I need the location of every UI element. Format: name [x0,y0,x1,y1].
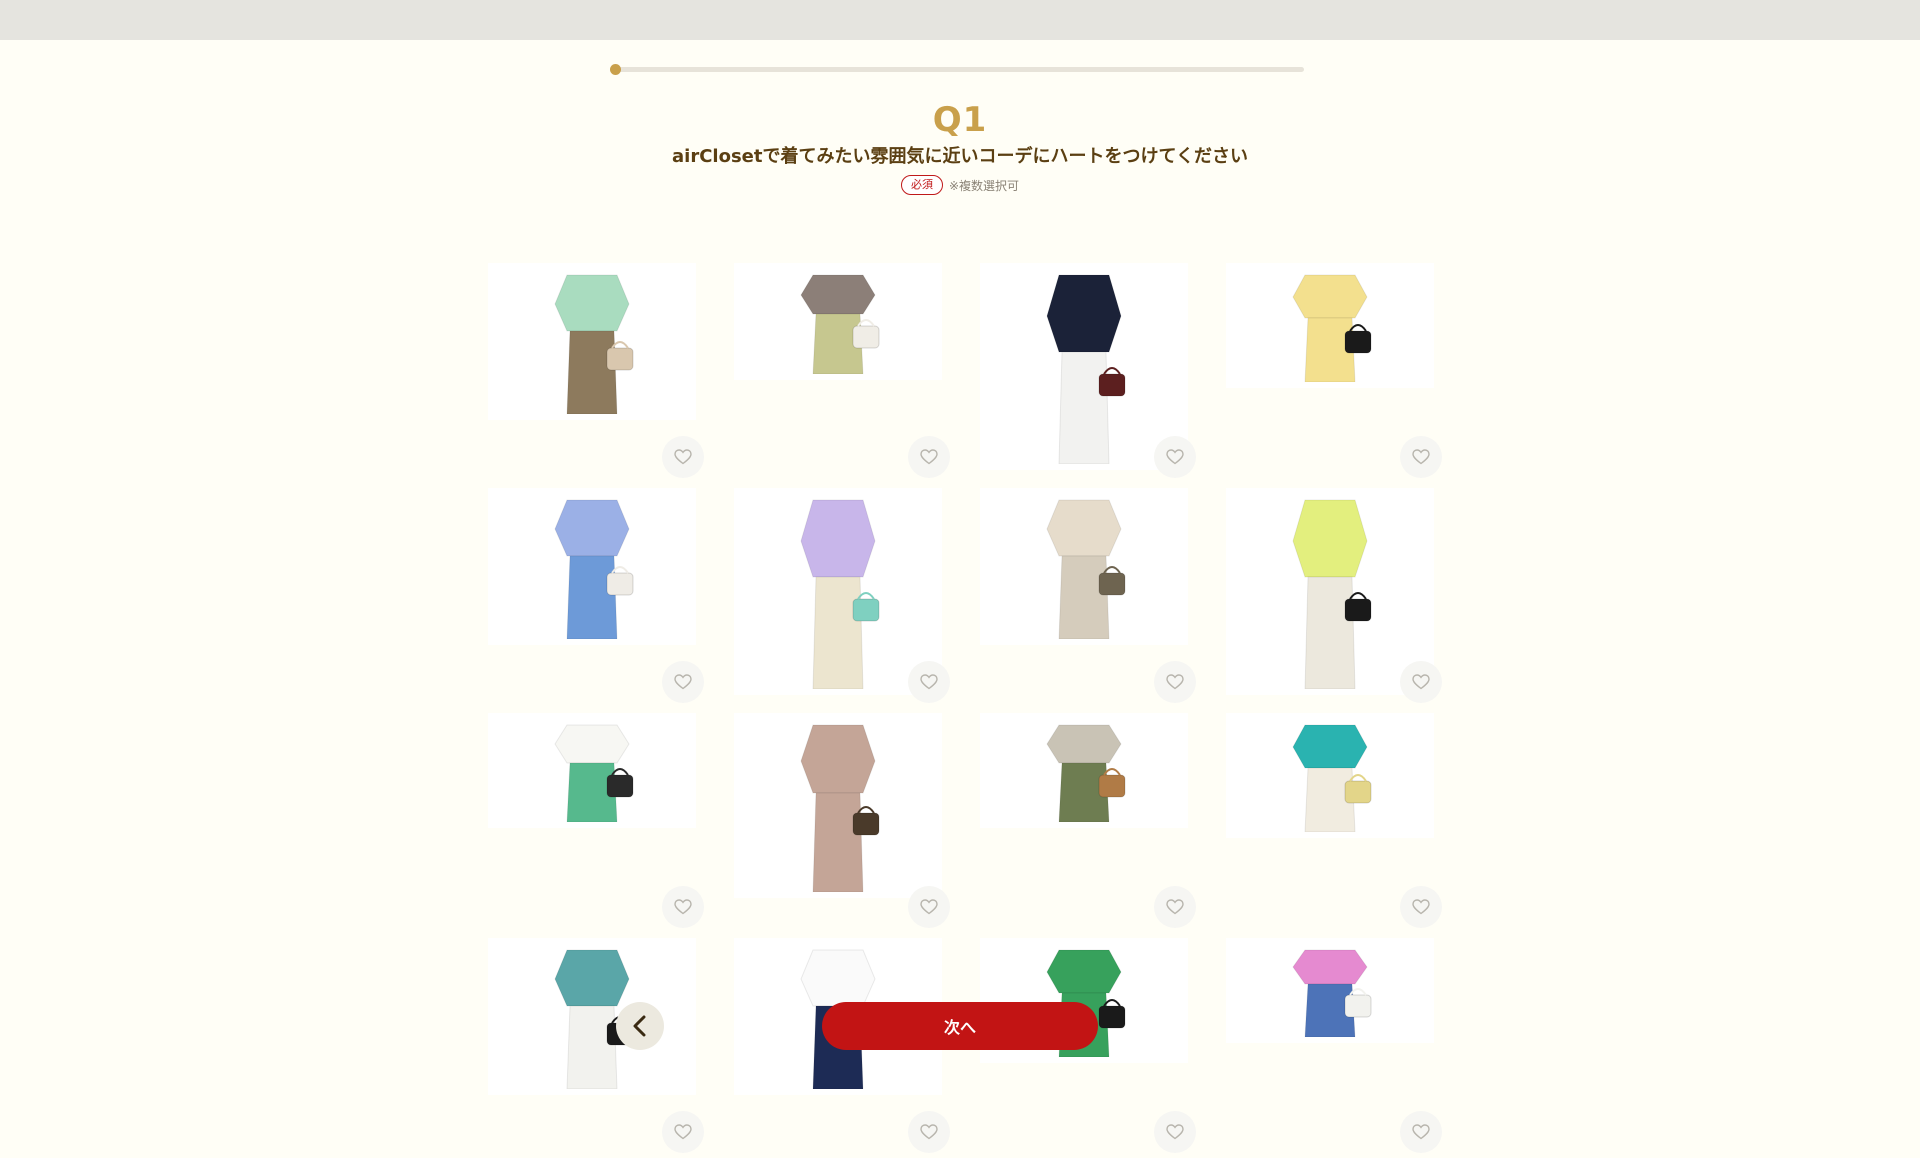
multiple-selection-note: ※複数選択可 [948,178,1020,193]
heart-button[interactable] [662,1111,704,1153]
outfit-card[interactable] [1226,713,1442,933]
heart-button[interactable] [1154,886,1196,928]
outfit-card[interactable] [488,263,704,483]
outfit-card[interactable] [980,263,1196,483]
heart-button[interactable] [1400,661,1442,703]
outfit-photo [1226,938,1434,1043]
outfit-card[interactable] [488,938,704,1158]
heart-button[interactable] [908,661,950,703]
required-badge: 必須 [900,175,943,195]
question-meta: 必須 ※複数選択可 [0,175,1920,195]
heart-icon [1166,674,1184,690]
next-button[interactable]: 次へ [822,1002,1098,1050]
heart-button[interactable] [908,1111,950,1153]
outfit-photo [980,488,1188,645]
outfit-photo [1226,713,1434,838]
outfit-illustration [800,274,880,374]
outfit-card[interactable] [1226,488,1442,708]
outfit-photo [1226,488,1434,695]
heart-icon [674,899,692,915]
heart-icon [920,899,938,915]
heart-icon [1412,449,1430,465]
outfit-photo [488,263,696,420]
heart-button[interactable] [662,436,704,478]
heart-icon [674,1124,692,1140]
progress-indicator [610,64,621,75]
heart-button[interactable] [662,886,704,928]
heart-button[interactable] [908,886,950,928]
outfit-photo [488,938,696,1095]
heart-icon [1412,1124,1430,1140]
question-title: airClosetで着てみたい雰囲気に近いコーデにハートをつけてください [672,146,1248,167]
outfit-illustration [800,724,880,892]
outfit-illustration [554,499,634,639]
outfit-illustration [1046,274,1126,464]
outfit-card[interactable] [488,488,704,708]
heart-button[interactable] [1154,1111,1196,1153]
outfit-illustration [554,724,634,822]
progress-bar [610,64,1304,75]
outfit-photo [980,263,1188,470]
outfit-card[interactable] [980,713,1196,933]
heart-icon [920,1124,938,1140]
heart-icon [1166,1124,1184,1140]
outfit-card[interactable] [1226,938,1442,1158]
heart-icon [1166,899,1184,915]
outfit-photo [980,713,1188,828]
outfit-illustration [554,274,634,414]
outfit-card[interactable] [488,713,704,933]
outfit-card[interactable] [1226,263,1442,483]
question-number: Q1 [932,100,988,140]
outfit-photo [1226,263,1434,388]
heart-button[interactable] [662,661,704,703]
heart-icon [1166,449,1184,465]
back-button[interactable] [616,1002,664,1050]
heart-button[interactable] [1400,436,1442,478]
heart-button[interactable] [908,436,950,478]
heart-icon [1412,899,1430,915]
outfit-photo [488,488,696,645]
heart-button[interactable] [1154,436,1196,478]
heart-icon [920,674,938,690]
outfit-card[interactable] [734,488,950,708]
outfit-card[interactable] [734,713,950,933]
outfit-photo [734,713,942,898]
outfit-card[interactable] [734,263,950,483]
chevron-left-icon [633,1015,646,1037]
outfit-photo [488,713,696,828]
top-bar [0,0,1920,40]
outfit-illustration [1046,724,1126,822]
outfit-illustration [1292,949,1372,1037]
heart-button[interactable] [1400,1111,1442,1153]
outfit-photo [734,263,942,380]
outfit-illustration [800,499,880,689]
heart-icon [674,674,692,690]
outfit-illustration [1292,499,1372,689]
heart-button[interactable] [1154,661,1196,703]
outfit-illustration [1292,274,1372,382]
outfit-illustration [1292,724,1372,832]
heart-icon [674,449,692,465]
heart-icon [1412,674,1430,690]
outfit-photo [734,488,942,695]
heart-button[interactable] [1400,886,1442,928]
outfit-illustration [1046,499,1126,639]
heart-icon [920,449,938,465]
outfit-card[interactable] [980,488,1196,708]
